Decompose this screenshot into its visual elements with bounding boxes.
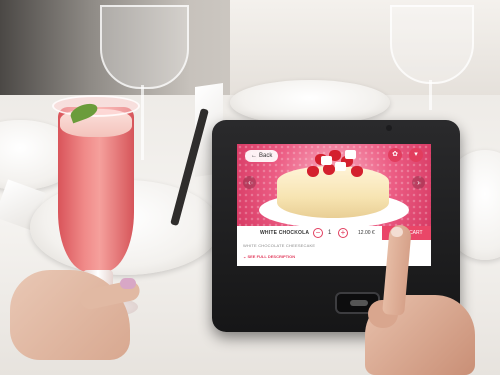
- quantity-value: 1: [328, 230, 332, 236]
- card-slot: [350, 300, 368, 306]
- back-button[interactable]: ← Back: [245, 150, 279, 162]
- fingernail: [120, 278, 136, 289]
- strawberry: [307, 166, 319, 177]
- wine-glass: [390, 5, 474, 84]
- product-price: 12.00 €: [358, 230, 375, 236]
- tablet-camera: [386, 125, 392, 131]
- product-subtitle: WHITE CHOCOLATE CHEESECAKE: [243, 243, 316, 248]
- cream-piece: [345, 150, 356, 159]
- wine-glass-stem: [429, 80, 432, 110]
- product-name: WHITE CHOCKOLA: [260, 230, 310, 236]
- cream-piece: [321, 156, 332, 165]
- wine-glass-stem: [141, 85, 144, 160]
- smoothie-glass: [52, 95, 209, 275]
- strawberry: [351, 166, 363, 177]
- cart-icon[interactable]: ▾: [409, 148, 423, 162]
- gift-icon[interactable]: ✿: [388, 148, 402, 162]
- fingernail: [391, 227, 403, 237]
- cream-piece: [335, 162, 346, 171]
- quantity-increase-button[interactable]: +: [338, 228, 348, 238]
- description-label: SEE FULL DESCRIPTION: [247, 254, 296, 259]
- arrow-left-icon: ←: [251, 153, 257, 159]
- strawberry: [323, 164, 335, 175]
- quantity-decrease-button[interactable]: −: [313, 228, 323, 238]
- restaurant-photo: ← Back ✿ ▾ ‹ › WHITE CHOCKOLA − 1 + 12.0…: [0, 0, 500, 375]
- cheesecake-image: [277, 166, 389, 218]
- chevron-left-icon[interactable]: ‹: [243, 176, 256, 189]
- back-label: Back: [259, 153, 273, 159]
- wine-glass: [100, 5, 189, 89]
- chevron-right-icon[interactable]: ›: [412, 176, 425, 189]
- plate: [230, 80, 390, 125]
- see-full-description-link[interactable]: ⌄ SEE FULL DESCRIPTION: [243, 254, 295, 259]
